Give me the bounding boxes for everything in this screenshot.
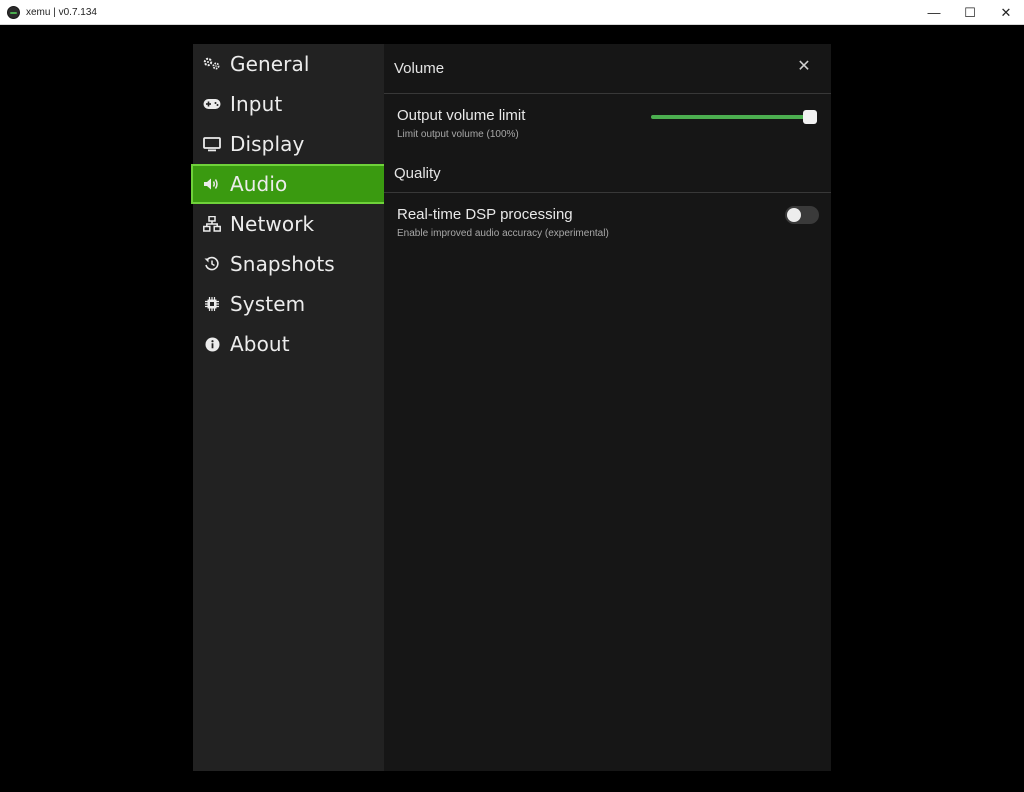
gamepad-icon bbox=[203, 95, 221, 113]
chip-icon bbox=[203, 295, 221, 313]
minimize-button[interactable]: — bbox=[916, 0, 952, 25]
speaker-icon bbox=[203, 175, 221, 193]
sidebar-item-label: About bbox=[230, 332, 290, 356]
window-titlebar: xemu | v0.7.134 — ☐ ✕ bbox=[0, 0, 1024, 25]
close-window-button[interactable]: ✕ bbox=[988, 0, 1024, 25]
quality-section-title: Quality bbox=[394, 165, 441, 182]
window-title: xemu | v0.7.134 bbox=[26, 6, 97, 18]
sidebar-item-label: Display bbox=[230, 132, 305, 156]
volume-section-title: Volume bbox=[394, 60, 445, 77]
sidebar-item-general[interactable]: General bbox=[193, 44, 384, 84]
dsp-toggle[interactable] bbox=[785, 206, 819, 224]
dsp-description: Enable improved audio accuracy (experime… bbox=[397, 228, 609, 239]
settings-panel: General Input Display Audio Network Snap… bbox=[191, 44, 831, 771]
settings-content: Volume ✕ Output volume limit Limit outpu… bbox=[384, 44, 831, 771]
slider-thumb[interactable] bbox=[803, 110, 817, 124]
output-volume-setting: Output volume limit Limit output volume … bbox=[384, 94, 831, 149]
settings-sidebar: General Input Display Audio Network Snap… bbox=[191, 44, 386, 771]
dsp-setting: Real-time DSP processing Enable improved… bbox=[384, 193, 831, 248]
volume-section-header: Volume ✕ bbox=[384, 44, 831, 94]
sidebar-item-label: General bbox=[230, 52, 310, 76]
window-controls: — ☐ ✕ bbox=[916, 0, 1024, 25]
toggle-knob bbox=[787, 208, 801, 222]
close-icon[interactable]: ✕ bbox=[797, 59, 811, 75]
gears-icon bbox=[203, 55, 221, 73]
sidebar-item-snapshots[interactable]: Snapshots bbox=[193, 244, 384, 284]
sidebar-item-system[interactable]: System bbox=[193, 284, 384, 324]
xemu-app-icon bbox=[7, 5, 20, 19]
network-icon bbox=[203, 215, 221, 233]
sidebar-item-label: System bbox=[230, 292, 306, 316]
monitor-icon bbox=[203, 135, 221, 153]
sidebar-item-network[interactable]: Network bbox=[193, 204, 384, 244]
history-icon bbox=[203, 255, 221, 273]
sidebar-item-audio[interactable]: Audio bbox=[191, 164, 386, 204]
maximize-button[interactable]: ☐ bbox=[952, 0, 988, 25]
sidebar-item-label: Network bbox=[230, 212, 315, 236]
sidebar-item-display[interactable]: Display bbox=[193, 124, 384, 164]
output-volume-slider[interactable] bbox=[651, 110, 817, 124]
dsp-title: Real-time DSP processing bbox=[397, 206, 573, 223]
slider-fill bbox=[651, 115, 817, 119]
sidebar-item-input[interactable]: Input bbox=[193, 84, 384, 124]
quality-section-header: Quality bbox=[384, 155, 831, 193]
sidebar-item-label: Audio bbox=[230, 172, 288, 196]
sidebar-item-about[interactable]: About bbox=[193, 324, 384, 364]
sidebar-item-label: Input bbox=[230, 92, 283, 116]
sidebar-item-label: Snapshots bbox=[230, 252, 335, 276]
info-icon bbox=[203, 335, 221, 353]
output-volume-description: Limit output volume (100%) bbox=[397, 129, 519, 140]
